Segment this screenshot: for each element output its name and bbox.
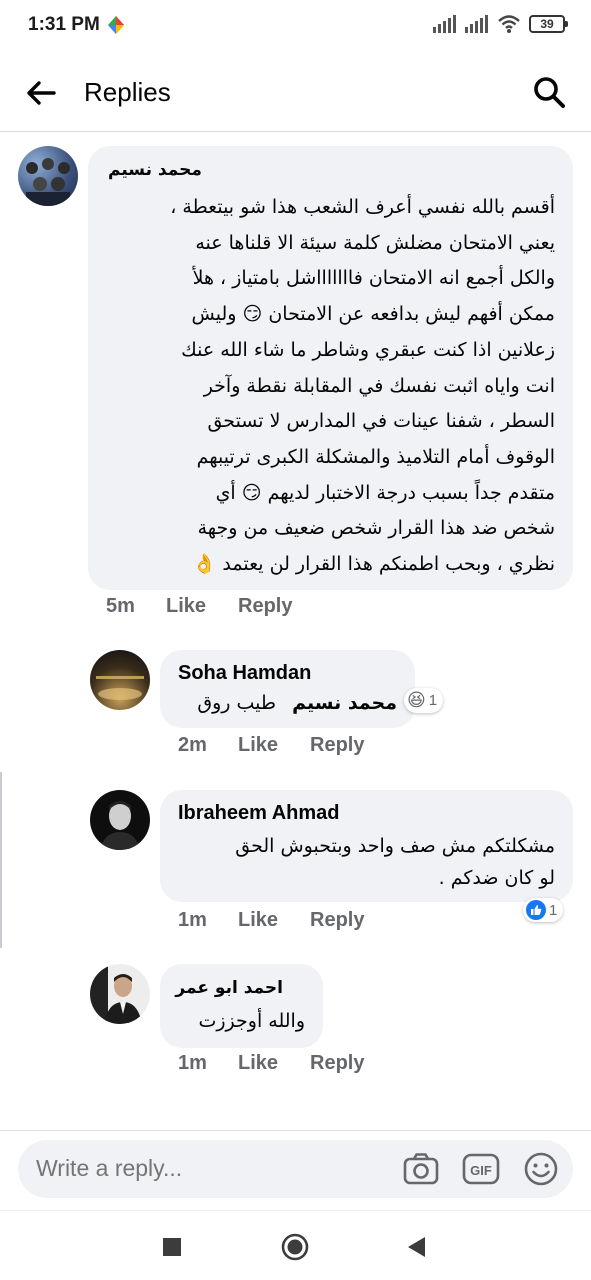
reply-composer: GIF: [18, 1140, 573, 1198]
comment-actions: 5m Like Reply: [106, 595, 292, 618]
reply-button[interactable]: Reply: [310, 734, 364, 757]
app-header: Replies: [0, 52, 591, 132]
recents-button-icon[interactable]: [158, 1233, 186, 1261]
reply-bubble[interactable]: احمد ابو عمر والله أوجززت: [160, 964, 323, 1048]
reply-actions: 1m Like Reply: [178, 1052, 364, 1075]
status-indicators: 39: [433, 14, 568, 34]
system-navigation-bar: [0, 1210, 591, 1280]
comment-line: يعني الامتحان مضلش كلمة سيئة الا قلناها …: [195, 231, 555, 254]
avatar-photo: [96, 676, 144, 700]
reply-actions: 1m Like Reply: [178, 909, 364, 932]
comment-line: والكل أجمع انه الامتحان فاااااااشل بامتي…: [192, 267, 555, 290]
page-title: Replies: [84, 77, 171, 107]
emoji-icon[interactable]: [522, 1151, 560, 1187]
avatar-photo: [100, 801, 140, 850]
comment-line: متقدم جداً بسبب درجة الاختبار لديهم 😏 أي: [215, 481, 555, 504]
reply-text: والله أوجززت: [198, 1010, 305, 1032]
reply-author[interactable]: احمد ابو عمر: [175, 978, 283, 998]
svg-text:GIF: GIF: [470, 1163, 492, 1178]
comment-line: شخص ضد هذا القرار شخص ضعيف من وجهة: [197, 517, 555, 540]
comment-line: ممكن أفهم ليش بدافعه عن الامتحان 😏 وليش: [191, 303, 555, 326]
back-arrow-icon[interactable]: [24, 76, 58, 110]
thread-indicator: [0, 772, 2, 948]
reply-time: 2m: [178, 734, 207, 756]
reply-input[interactable]: [36, 1155, 376, 1182]
reply-bubble[interactable]: Ibraheem Ahmad مشكلتكم مش صف واحد وبتحبو…: [160, 790, 573, 902]
gif-icon[interactable]: GIF: [462, 1151, 500, 1187]
comment-line: زعلانين اذا كنت عبقري وشاطر ما شاء الله …: [181, 338, 555, 361]
reply-button[interactable]: Reply: [310, 1052, 364, 1075]
reply-line: لو كان ضدكم .: [438, 867, 555, 889]
back-button-icon[interactable]: [403, 1233, 431, 1261]
camera-icon[interactable]: [402, 1151, 440, 1187]
like-icon: [526, 900, 546, 920]
comment-line: نظري ، وبحب اطمنكم هذا القرار لن يعتمد 👌: [192, 553, 555, 576]
reply-body: طيب روق: [197, 692, 277, 714]
reply-author[interactable]: Ibraheem Ahmad: [178, 802, 340, 825]
like-button[interactable]: Like: [238, 1052, 310, 1075]
reply-author[interactable]: Soha Hamdan: [178, 662, 311, 685]
search-icon[interactable]: [531, 74, 567, 110]
reply-line: مشكلتكم مش صف واحد وبتحبوش الحق: [235, 835, 555, 857]
comment-time: 5m: [106, 595, 135, 617]
signal-icon: [433, 15, 456, 33]
reply-bubble[interactable]: Soha Hamdan محمد نسيم طيب روق: [160, 650, 415, 728]
comment-author[interactable]: محمد نسيم: [108, 160, 202, 180]
status-time: 1:31 PM: [28, 14, 100, 35]
haha-reaction-icon: 😆: [407, 690, 426, 710]
battery-icon: 39: [529, 15, 568, 33]
reaction-count: 1: [428, 692, 438, 709]
avatar[interactable]: [18, 146, 78, 206]
reaction-count: 1: [549, 901, 558, 919]
composer-divider: [0, 1130, 591, 1131]
wifi-icon: [498, 15, 520, 33]
reply-button[interactable]: Reply: [310, 909, 364, 932]
reply-text: محمد نسيم طيب روق: [197, 692, 397, 714]
reply-button[interactable]: Reply: [238, 595, 292, 618]
avatar[interactable]: [90, 964, 150, 1024]
like-button[interactable]: Like: [238, 734, 310, 757]
reply-time: 1m: [178, 909, 207, 931]
comment-line: السطر ، شفنا عينات في المدارس لا تستحق: [207, 410, 555, 433]
avatar-photo: [26, 158, 70, 206]
home-button-icon[interactable]: [281, 1233, 309, 1261]
comment-text: أقسم بالله نفسي أعرف الشعب هذا شو بيتعطة…: [100, 190, 555, 583]
signal-icon-2: [465, 15, 488, 33]
comment-line: الوقوف أمام التلاميذ والمشكلة الكبرى ترت…: [196, 445, 555, 468]
reply-text: مشكلتكم مش صف واحد وبتحبوش الحق لو كان ض…: [175, 830, 555, 894]
reaction-summary[interactable]: 😆 1: [404, 688, 444, 713]
comment-bubble[interactable]: محمد نسيم أقسم بالله نفسي أعرف الشعب هذا…: [88, 146, 573, 590]
like-button[interactable]: Like: [166, 595, 238, 618]
reply-time: 1m: [178, 1052, 207, 1074]
app-notification-icon: [108, 16, 124, 34]
avatar-photo: [90, 964, 142, 1024]
comment-line: أقسم بالله نفسي أعرف الشعب هذا شو بيتعطة…: [170, 196, 555, 218]
comment-line: انت واياه اثبت نفسك في المقابلة نقطة وآخ…: [203, 374, 555, 397]
reaction-summary[interactable]: 1: [523, 898, 564, 922]
avatar[interactable]: [90, 650, 150, 710]
avatar[interactable]: [90, 790, 150, 850]
status-bar: 1:31 PM 39: [0, 0, 591, 52]
reply-actions: 2m Like Reply: [178, 734, 364, 757]
mention-link[interactable]: محمد نسيم: [292, 692, 397, 714]
battery-level: 39: [540, 17, 554, 31]
like-button[interactable]: Like: [238, 909, 310, 932]
